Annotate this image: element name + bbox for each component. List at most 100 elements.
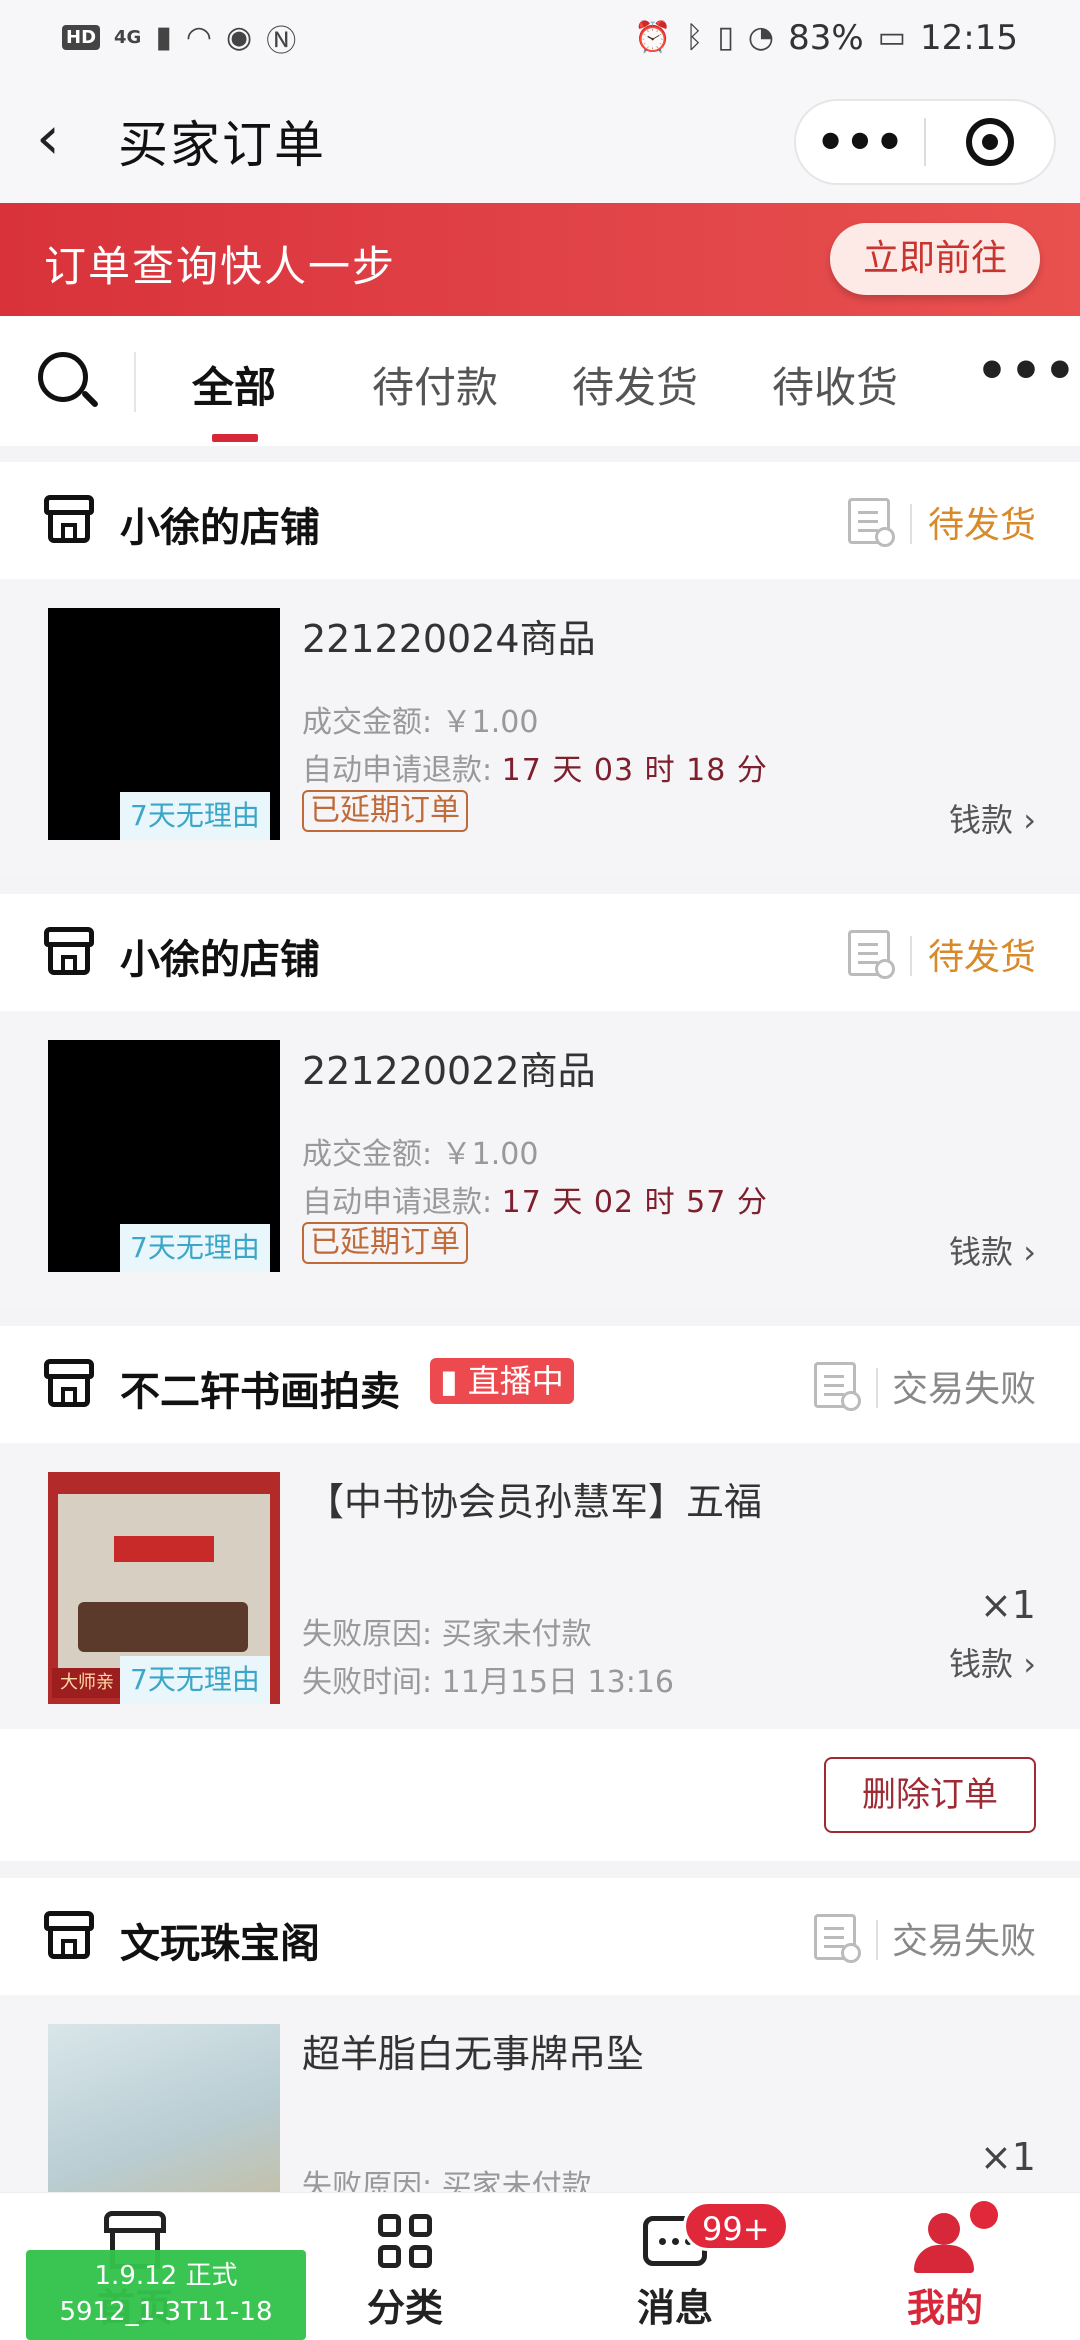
product-thumbnail[interactable]: 7天无理由 [48,1040,280,1272]
target-dot [981,134,998,150]
tabbar-item-category[interactable]: 分类 [305,2207,505,2332]
order-status: 交易失败 [891,1921,1036,1962]
search-icon-handle [80,389,100,409]
chevron-right-icon: › [1023,1233,1036,1271]
message-dot [671,2237,679,2245]
header-divider [910,936,912,976]
order-tabs: 全部 待付款 待发货 待收货 ••• [0,316,1080,446]
refund-line: 自动申请退款: 17 天 02 时 57 分 [302,1177,768,1221]
painting-caption: 大师亲 [52,1668,122,1698]
profile-icon-shape [910,2201,998,2273]
bluetooth-icon: ᛒ [685,20,704,55]
tab-pending-receipt[interactable]: 待收货 [772,354,898,415]
tabbar-item-messages[interactable]: 消息 99+ [575,2201,789,2332]
tab-more-button[interactable]: ••• [976,342,1078,400]
order-card-header: 文玩珠宝阁 交易失败 [0,1878,1080,1995]
tab-pending-shipment[interactable]: 待发货 [572,354,698,415]
cellular-signal-icon: ▮ [155,20,172,55]
tab-pending-payment[interactable]: 待付款 [372,354,498,415]
nfc-icon: Ⓝ [266,23,297,59]
order-card-footer: 删除订单 [0,1729,1080,1861]
miniapp-capsule: ••• [794,99,1056,185]
shop-icon-roof [44,1911,94,1931]
target-icon [965,118,1014,166]
shop-name[interactable]: 文玩珠宝阁 [120,1911,320,1969]
tabbar-item-me[interactable]: 我的 [845,2201,1045,2332]
active-tab-indicator [212,434,258,442]
live-bars-icon: ▮ [440,1362,458,1400]
shop-icon-door [61,955,77,975]
refund-label: 自动申请退款: [302,753,493,788]
live-badge-label: 直播中 [467,1362,564,1400]
shop-icon [44,495,94,543]
order-card[interactable]: 小徐的店铺 待发货 7天无理由 221220024商品 成交金额: ￥1.00 … [0,462,1080,877]
speed-icon: ◔ [747,20,775,55]
money-link[interactable]: 钱款 › [949,1227,1036,1273]
order-detail-icon[interactable] [848,930,895,979]
grid-cell [378,2214,401,2237]
product-thumbnail[interactable]: 7天无理由 [48,608,280,840]
buyer-orders-page: HD 4G ▮ ◠ ◉ Ⓝ ⏰ ᛒ ▯ ◔ 83% ▭ 12:15 ‹ 买家订单… [0,0,1080,2340]
banner-text: 订单查询快人一步 [44,242,397,291]
order-detail-icon[interactable] [814,1914,861,1963]
search-icon[interactable] [38,352,100,412]
refund-line: 自动申请退款: 17 天 03 时 18 分 [302,745,768,789]
refund-countdown: 17 天 03 时 18 分 [501,753,768,788]
grid-cell [378,2245,401,2268]
hd-badge: HD [62,25,101,50]
header-divider [876,1368,878,1408]
back-button[interactable]: ‹ [36,105,96,175]
shop-icon-door [61,1939,77,1959]
message-dot [658,2237,666,2245]
amount-value: ￥1.00 [441,1137,539,1172]
wifi-icon: ◠ [185,20,213,55]
live-badge[interactable]: ▮ 直播中 [430,1358,574,1404]
order-card-header: 小徐的店铺 待发货 [0,462,1080,579]
amount-line: 成交金额: ￥1.00 [302,697,538,741]
amount-label: 成交金额: [302,1137,433,1172]
chevron-left-icon: ‹ [36,103,60,173]
fail-time-label: 失败时间: [302,1665,433,1700]
order-card[interactable]: 小徐的店铺 待发货 7天无理由 221220022商品 成交金额: ￥1.00 … [0,894,1080,1309]
money-link-label: 钱款 [949,801,1014,839]
money-link[interactable]: 钱款 › [949,1639,1036,1685]
shop-icon-roof [44,495,94,515]
order-card-body[interactable]: 7天无理由 221220024商品 成交金额: ￥1.00 自动申请退款: 17… [0,579,1080,877]
shop-name[interactable]: 不二轩书画拍卖 [120,1359,400,1417]
order-detail-icon[interactable] [814,1362,861,1411]
refund-countdown: 17 天 02 时 57 分 [501,1185,768,1220]
refund-label: 自动申请退款: [302,1185,493,1220]
return-policy-tag: 7天无理由 [120,1656,270,1704]
amount-line: 成交金额: ￥1.00 [302,1129,538,1173]
eye-icon: ◉ [226,20,253,55]
battery-percent: 83% [788,17,864,58]
delete-order-button[interactable]: 删除订单 [824,1757,1036,1833]
home-icon-roof [104,2211,166,2233]
unread-count-badge: 99+ [683,2201,789,2251]
profile-icon-head [928,2213,960,2245]
fail-time-value: 11月15日 13:16 [441,1665,674,1700]
promo-banner[interactable]: 订单查询快人一步 立即前往 [0,203,1080,316]
header-divider [876,1920,878,1960]
grid-cell [409,2245,432,2268]
extended-order-tag: 已延期订单 [302,790,468,832]
tab-all[interactable]: 全部 [192,354,276,415]
close-miniapp-button[interactable] [926,118,1054,166]
alarm-icon: ⏰ [634,20,672,55]
order-card-body[interactable]: 7天无理由 221220022商品 成交金额: ￥1.00 自动申请退款: 17… [0,1011,1080,1309]
order-detail-icon[interactable] [848,498,895,547]
return-policy-tag: 7天无理由 [120,792,270,840]
nav-bar: ‹ 买家订单 ••• [0,75,1080,203]
page-title: 买家订单 [118,116,326,174]
return-policy-tag: 7天无理由 [120,1224,270,1272]
order-card[interactable]: 不二轩书画拍卖 ▮ 直播中 交易失败 大师亲 7天无理由 【中书协会员孙慧军】五… [0,1326,1080,1861]
shop-name[interactable]: 小徐的店铺 [120,927,320,985]
shop-icon-door [61,523,77,543]
tabbar-label: 消息 [636,2286,713,2330]
product-thumbnail[interactable]: 大师亲 7天无理由 [48,1472,280,1704]
order-card-body[interactable]: 大师亲 7天无理由 【中书协会员孙慧军】五福 失败原因: 买家未付款 失败时间:… [0,1443,1080,1729]
shop-name[interactable]: 小徐的店铺 [120,495,320,553]
banner-go-button[interactable]: 立即前往 [830,223,1040,295]
money-link[interactable]: 钱款 › [949,795,1036,841]
more-menu-button[interactable]: ••• [796,119,924,165]
